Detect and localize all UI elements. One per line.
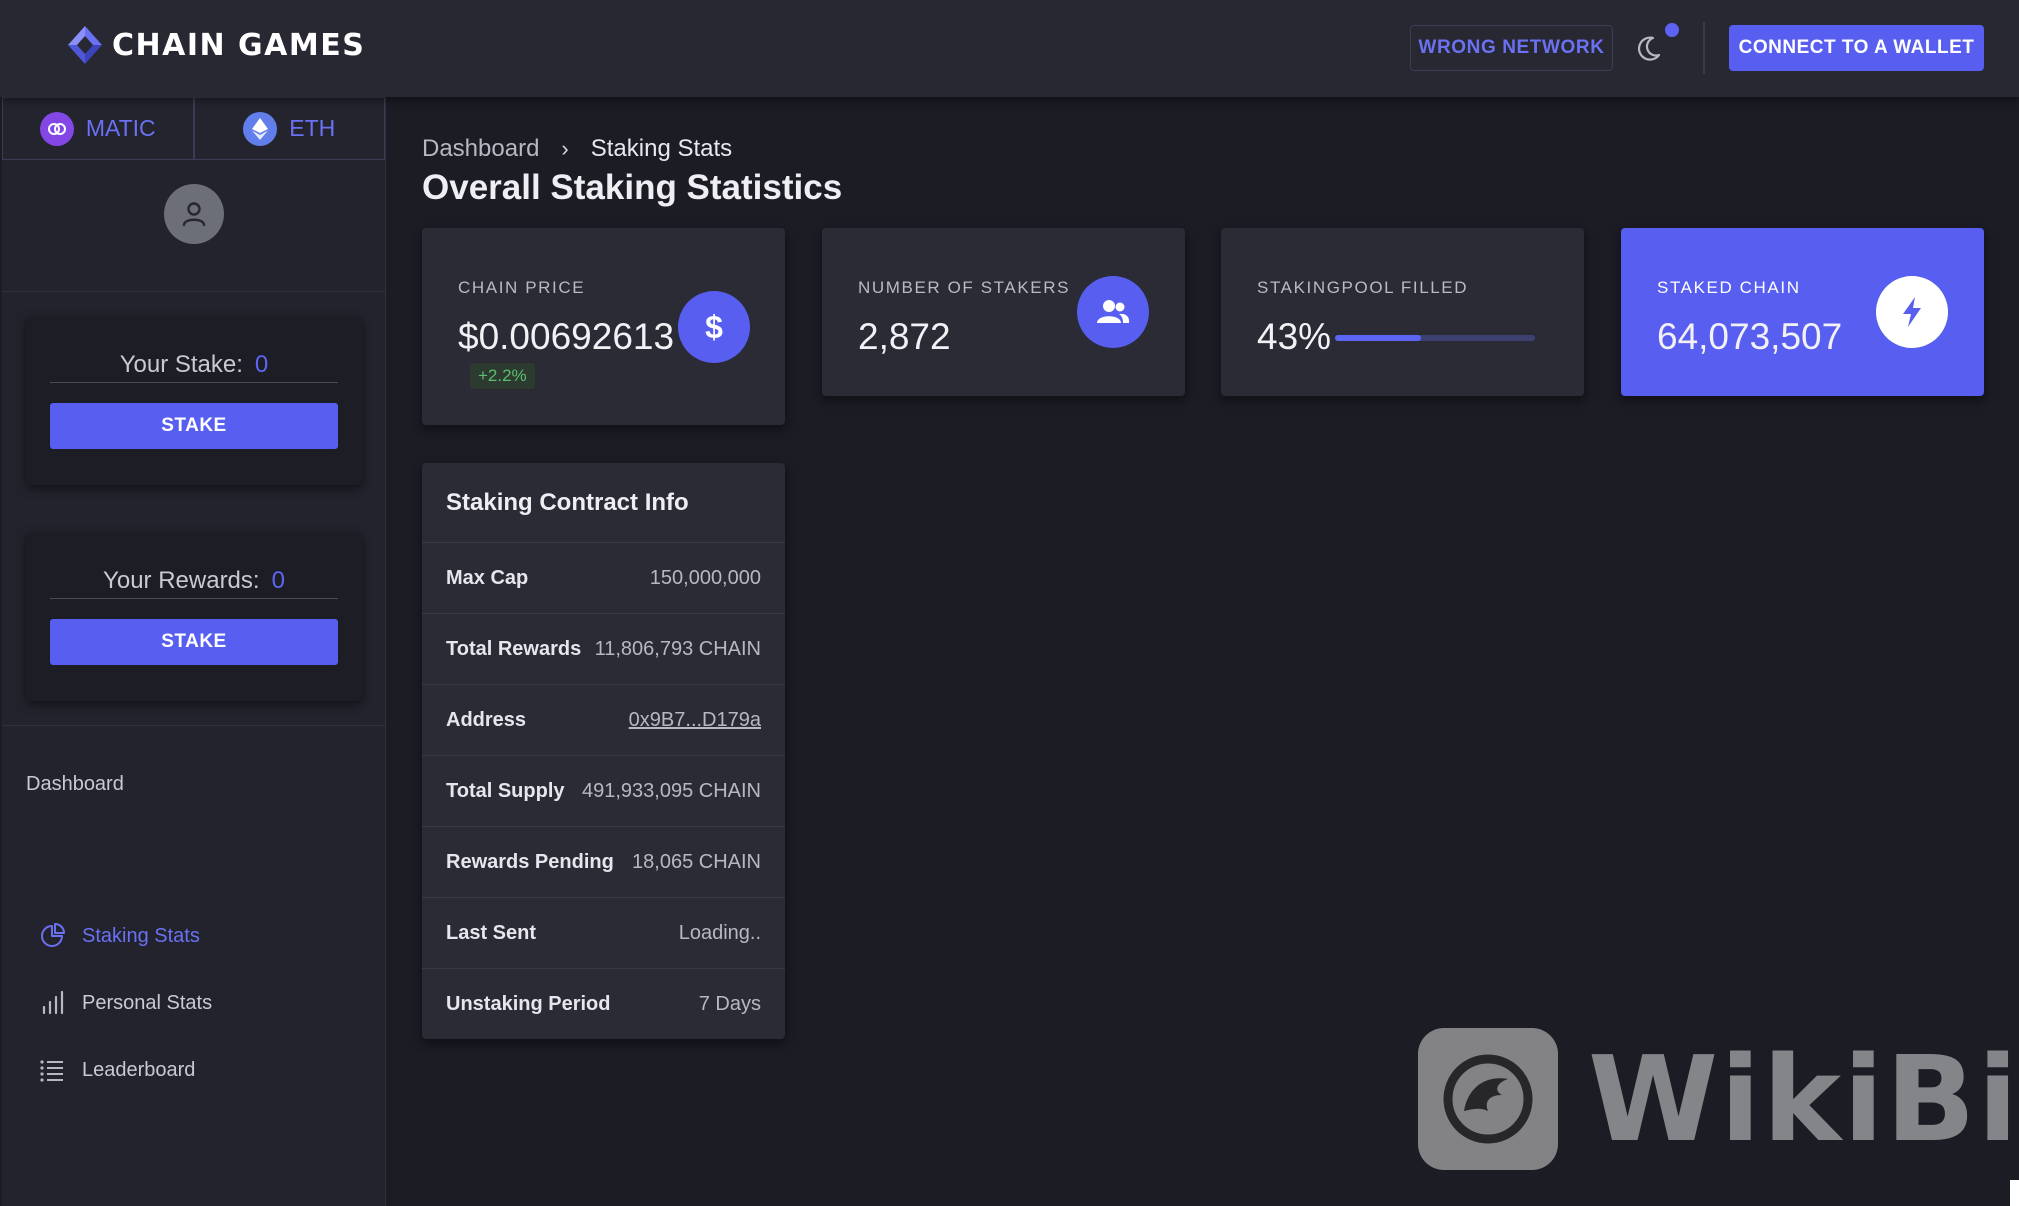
pool-filled-card: STAKINGPOOL FILLED 43% — [1221, 228, 1584, 396]
your-stake-card: Your Stake: 0 STAKE — [26, 317, 362, 485]
row-value: 18,065 CHAIN — [632, 850, 761, 873]
rewards-stake-button[interactable]: STAKE — [50, 619, 338, 665]
table-row: Unstaking Period 7 Days — [422, 969, 785, 1040]
pool-filled-label: STAKINGPOOL FILLED — [1257, 278, 1469, 297]
stakers-label: NUMBER OF STAKERS — [858, 278, 1071, 297]
row-key: Rewards Pending — [446, 850, 614, 873]
your-rewards-line: Your Rewards: 0 — [50, 563, 338, 599]
table-row: Last Sent Loading.. — [422, 898, 785, 969]
row-key: Last Sent — [446, 921, 537, 944]
user-icon — [182, 202, 205, 227]
matic-icon — [39, 111, 74, 146]
tab-matic-label: MATIC — [85, 115, 156, 141]
page-title: Overall Staking Statistics — [422, 168, 843, 207]
list-icon — [40, 1060, 63, 1082]
users-icon — [1077, 276, 1149, 348]
pool-filled-value: 43% — [1257, 316, 1332, 357]
bar-chart-icon — [42, 990, 64, 1015]
pie-chart-icon — [41, 923, 65, 947]
your-rewards-value: 0 — [271, 566, 285, 594]
brand-name: CHAIN GAMES — [112, 27, 366, 63]
row-value: 491,933,095 CHAIN — [581, 779, 761, 802]
breadcrumb: Dashboard › Staking Stats — [422, 135, 732, 163]
chevron-right-icon: › — [561, 136, 569, 161]
your-rewards-card: Your Rewards: 0 STAKE — [26, 533, 362, 701]
row-value: Loading.. — [678, 921, 761, 944]
table-row: Rewards Pending 18,065 CHAIN — [422, 827, 785, 898]
sidebar-divider — [2, 725, 385, 726]
wrong-network-button[interactable]: WRONG NETWORK — [1410, 25, 1613, 71]
contract-address-link[interactable]: 0x9B7...D179a — [629, 709, 761, 732]
breadcrumb-current: Staking Stats — [590, 135, 733, 162]
table-row: Total Supply 491,933,095 CHAIN — [422, 756, 785, 827]
wikibit-watermark: WikiBit — [1418, 1028, 2019, 1170]
chain-price-value: $0.00692613 — [458, 316, 675, 357]
tab-matic[interactable]: MATIC — [2, 97, 194, 160]
notification-dot — [1665, 23, 1679, 37]
sidebar-item-staking-stats[interactable]: Staking Stats — [38, 920, 200, 952]
table-row: Total Rewards 11,806,793 CHAIN — [422, 614, 785, 685]
sidebar-item-label: Personal Stats — [82, 991, 213, 1014]
staked-chain-card: STAKED CHAIN 64,073,507 — [1621, 228, 1984, 396]
contract-info-title: Staking Contract Info — [422, 463, 785, 543]
dollar-icon: $ — [678, 291, 750, 363]
moon-icon[interactable] — [1633, 34, 1663, 64]
staking-contract-info: Staking Contract Info Max Cap 150,000,00… — [422, 463, 785, 1039]
nav-section-title: Dashboard — [26, 773, 124, 795]
tab-eth-label: ETH — [289, 115, 336, 141]
sidebar-item-personal-stats[interactable]: Personal Stats — [38, 987, 212, 1019]
your-rewards-label: Your Rewards: — [103, 566, 260, 594]
sidebar-item-label: Staking Stats — [82, 924, 200, 947]
network-tabs: MATIC ETH — [2, 97, 385, 160]
your-stake-value: 0 — [254, 350, 269, 378]
row-value: 150,000,000 — [649, 566, 761, 589]
user-avatar-area — [2, 160, 385, 292]
eagle-logo-icon — [1418, 1028, 1558, 1170]
sidebar-item-label: Leaderboard — [82, 1058, 196, 1081]
row-key: Max Cap — [446, 566, 529, 589]
breadcrumb-dashboard[interactable]: Dashboard — [422, 135, 539, 163]
corner-artifact — [2010, 1180, 2019, 1206]
pool-progress-bar — [1335, 335, 1535, 341]
chain-games-logo-icon — [68, 26, 102, 64]
row-key: Total Rewards — [446, 637, 582, 660]
sidebar: MATIC ETH Your Stake: 0 STAKE Your Rewar… — [2, 97, 386, 1206]
your-stake-label: Your Stake: — [119, 350, 243, 378]
price-change-badge: +2.2% — [470, 363, 535, 389]
row-key: Unstaking Period — [446, 993, 611, 1015]
row-value: 11,806,793 CHAIN — [594, 637, 761, 660]
staked-chain-value: 64,073,507 — [1657, 316, 1843, 357]
connect-wallet-button[interactable]: CONNECT TO A WALLET — [1729, 25, 1984, 71]
stakers-card: NUMBER OF STAKERS 2,872 — [822, 228, 1185, 396]
watermark-text: WikiBit — [1588, 1030, 2019, 1168]
row-key: Total Supply — [446, 779, 565, 802]
header-divider — [1703, 22, 1705, 74]
eth-icon — [243, 111, 278, 146]
stake-button[interactable]: STAKE — [50, 403, 338, 449]
sidebar-item-leaderboard[interactable]: Leaderboard — [38, 1054, 195, 1086]
brand-logo[interactable]: CHAIN GAMES — [66, 24, 365, 66]
pool-progress-fill — [1335, 335, 1421, 341]
chain-price-card: CHAIN PRICE $0.00692613 +2.2% $ — [422, 228, 785, 425]
your-stake-line: Your Stake: 0 — [50, 347, 338, 383]
row-value: 7 Days — [698, 993, 761, 1015]
table-row: Address 0x9B7...D179a — [422, 685, 785, 756]
staked-chain-label: STAKED CHAIN — [1657, 278, 1801, 297]
tab-eth[interactable]: ETH — [193, 97, 385, 160]
chain-price-label: CHAIN PRICE — [458, 278, 586, 297]
stakers-value: 2,872 — [858, 316, 951, 357]
row-key: Address — [446, 708, 527, 731]
bolt-icon — [1876, 276, 1948, 348]
table-row: Max Cap 150,000,000 — [422, 543, 785, 614]
avatar[interactable] — [163, 184, 224, 244]
top-bar: CHAIN GAMES WRONG NETWORK CONNECT TO A W… — [0, 0, 2019, 97]
